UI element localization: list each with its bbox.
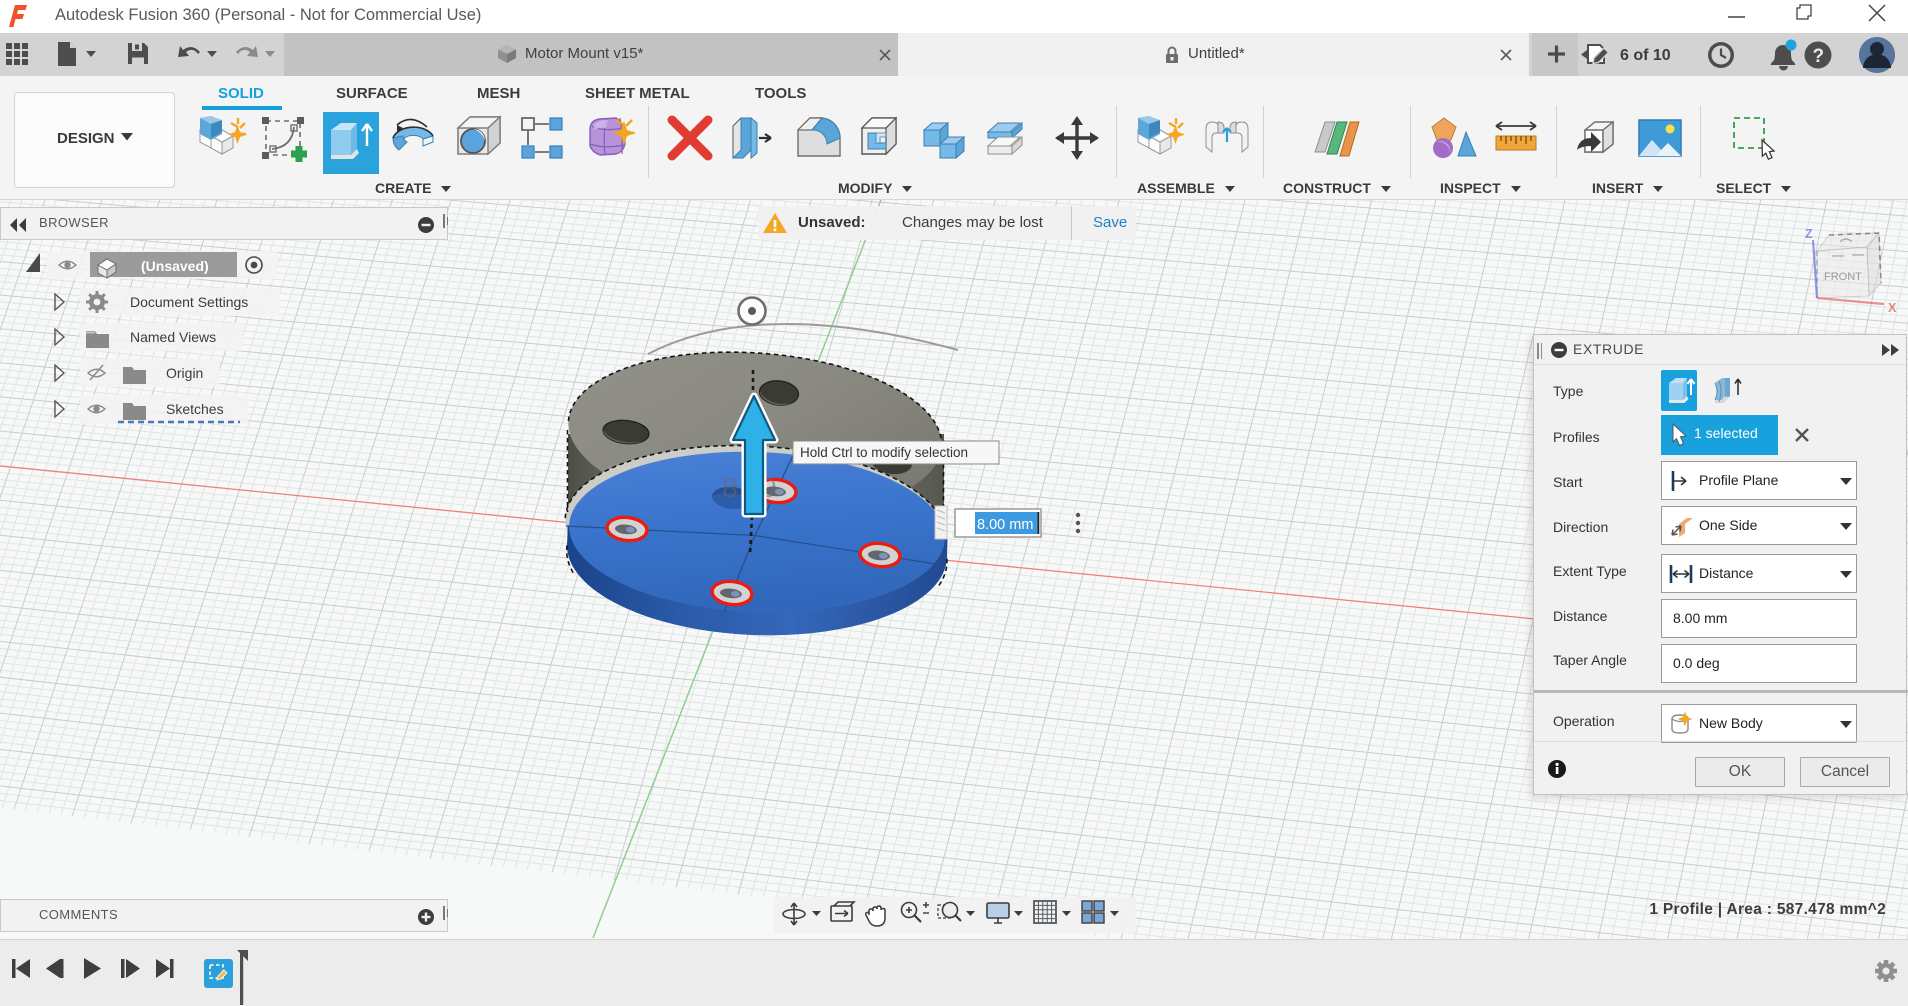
svg-text:Origin: Origin — [166, 365, 203, 381]
svg-text:Z: Z — [1805, 227, 1813, 241]
svg-text:Named Views: Named Views — [130, 329, 216, 345]
svg-text:6 of 10: 6 of 10 — [1620, 47, 1671, 64]
svg-text:Hold Ctrl to modify selection: Hold Ctrl to modify selection — [800, 445, 968, 460]
svg-text:8.00 mm: 8.00 mm — [977, 517, 1033, 533]
svg-text:?: ? — [1813, 46, 1825, 67]
svg-text:Document Settings: Document Settings — [130, 294, 248, 310]
svg-text:(Unsaved): (Unsaved) — [141, 258, 209, 274]
svg-text:X: X — [1888, 301, 1897, 315]
svg-text:FRONT: FRONT — [1824, 271, 1862, 283]
svg-text:Sketches: Sketches — [166, 401, 224, 417]
